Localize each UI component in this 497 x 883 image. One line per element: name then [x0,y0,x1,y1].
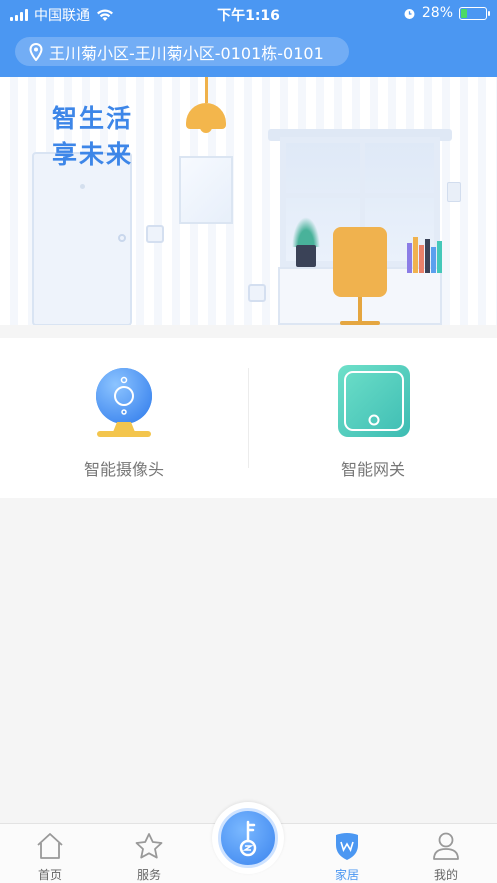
location-selector[interactable]: 王川菊小区-王川菊小区-0101栋-0101 [15,37,349,66]
camera-icon [96,368,152,437]
battery-icon [459,6,490,20]
device-label: 智能网关 [340,460,405,479]
tab-label: 我的 [433,868,458,882]
slogan-line-1: 智生活 [52,104,134,133]
alarm-icon [404,8,415,19]
location-address: 王川菊小区-王川菊小区-0101栋-0101 [49,43,324,63]
tab-smart-home[interactable]: 家居 [307,830,387,883]
gateway-icon [338,365,410,437]
tab-label: 首页 [37,868,62,882]
wall-socket [248,284,266,302]
tab-services[interactable]: 服务 [109,830,189,883]
tab-label: 家居 [334,868,359,882]
device-card-gateway[interactable]: 智能网关 [249,338,497,498]
star-icon [135,833,163,859]
wall-picture [179,156,233,224]
ceiling-lamp [186,103,226,133]
app-header: 中国联通 下午1:16 28% 王川菊小区-王川菊小区-0101栋-0101 [0,0,497,77]
chair-leg [358,297,362,323]
device-list: 智能摄像头 智能网关 [0,338,497,498]
home-shield-icon [336,833,358,860]
chair-base [340,321,380,325]
door-illustration [32,152,132,325]
books-illustration [407,237,442,273]
device-label: 智能摄像头 [83,460,164,479]
location-pin-icon [29,42,43,61]
banner-slogan: 智生活 享未来 [52,101,133,173]
key-icon [239,820,257,857]
tab-home[interactable]: 首页 [10,830,90,883]
banner-illustration: 智生活 享未来 [0,77,497,325]
side-switch [447,182,461,202]
slogan-line-2: 享未来 [52,140,134,169]
center-key-button[interactable] [212,802,284,874]
battery-fill [461,8,467,18]
home-icon [37,833,63,859]
device-card-camera[interactable]: 智能摄像头 [0,338,248,498]
status-bar: 中国联通 下午1:16 28% [0,0,497,28]
wall-switch [146,225,164,243]
tab-label: 服务 [136,868,161,882]
plant-illustration [292,217,320,247]
user-icon [433,832,459,860]
lamp-cord [205,77,208,103]
chair-illustration [333,227,387,297]
battery-percent: 28% [421,5,453,21]
tab-mine[interactable]: 我的 [406,830,486,883]
plant-pot [296,245,316,267]
